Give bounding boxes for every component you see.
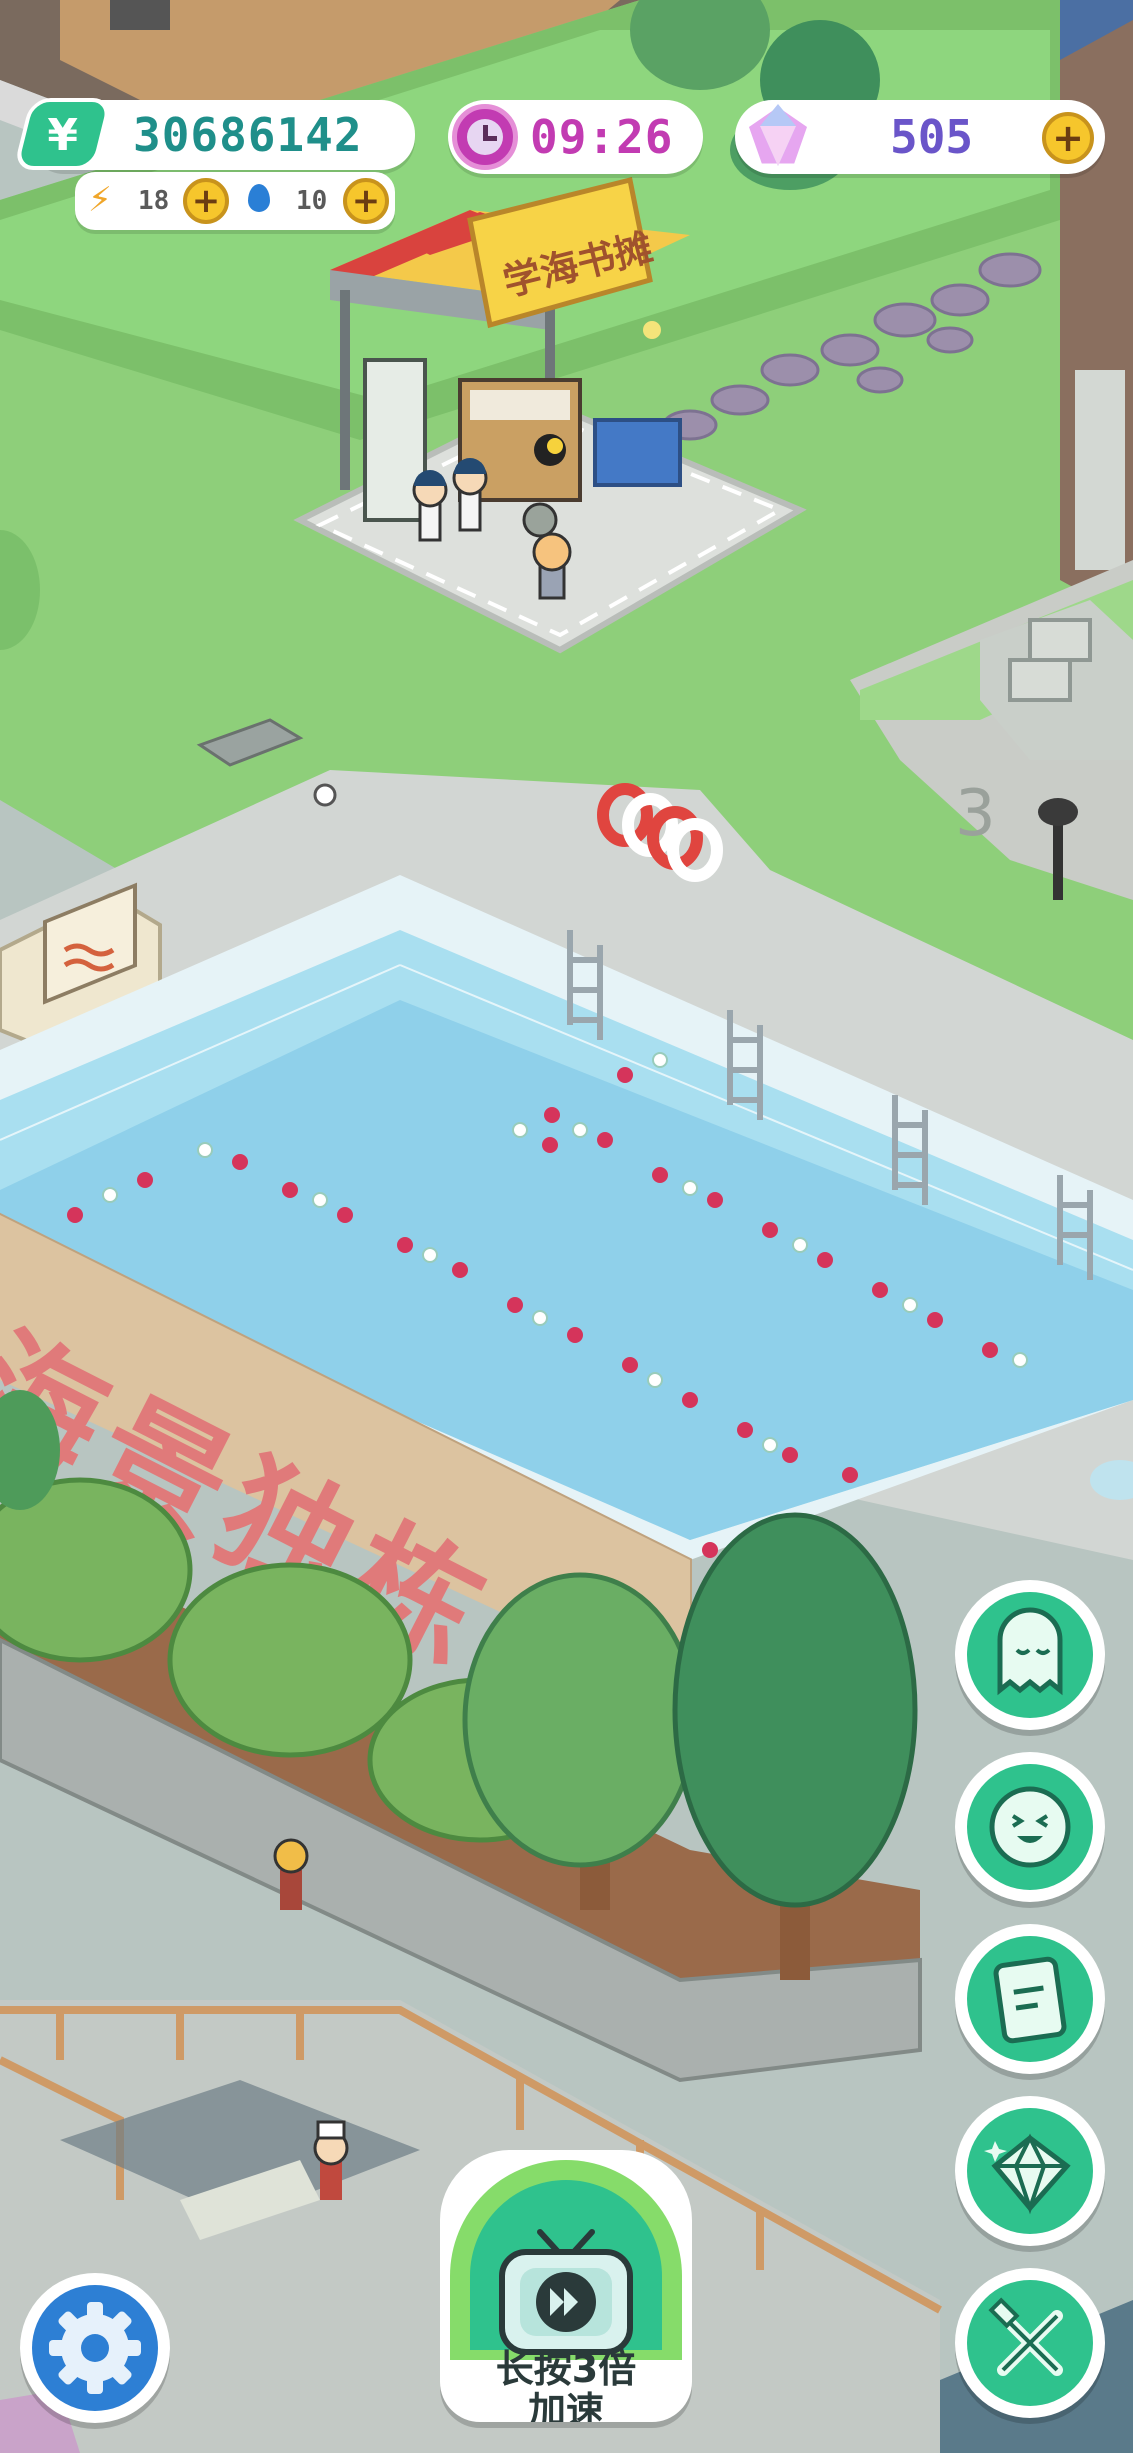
tasks-button[interactable]: [955, 1924, 1105, 2074]
energy-add-button[interactable]: +: [183, 178, 229, 224]
water-add-button[interactable]: +: [343, 178, 389, 224]
smile-face-icon: [989, 1786, 1071, 1868]
speedup-label-line2: 加速: [527, 2389, 604, 2422]
energy-icon: ⚡: [88, 180, 112, 220]
build-tools-button[interactable]: [955, 2268, 1105, 2418]
emoji-button[interactable]: [955, 1752, 1105, 1902]
zone-number-label: 3: [955, 777, 996, 851]
game-scene: 3 学海书摊 海景独栋: [0, 0, 1133, 2453]
ghost-chat-button[interactable]: [955, 1580, 1105, 1730]
notebook-icon: [993, 1956, 1067, 2044]
energy-value: 18: [138, 186, 170, 216]
gem-add-button[interactable]: +: [1042, 112, 1094, 164]
water-drop-icon: [248, 184, 270, 212]
tools-icon: [988, 2297, 1063, 2376]
gem-shop-button[interactable]: [955, 2096, 1105, 2246]
settings-button[interactable]: [20, 2273, 170, 2423]
gem-value: 505: [890, 110, 974, 164]
time-value: 09:26: [530, 110, 674, 164]
speedup-button[interactable]: 长按3倍 加速: [440, 2150, 692, 2422]
clock-icon: [452, 104, 518, 170]
water-value: 10: [296, 186, 328, 216]
gear-icon: [49, 2302, 141, 2394]
diamond-icon: [738, 96, 818, 176]
ghost-chat-icon: [997, 1607, 1063, 1696]
gem-shop-icon: [984, 2133, 1071, 2215]
money-value: 30686142: [133, 108, 363, 162]
